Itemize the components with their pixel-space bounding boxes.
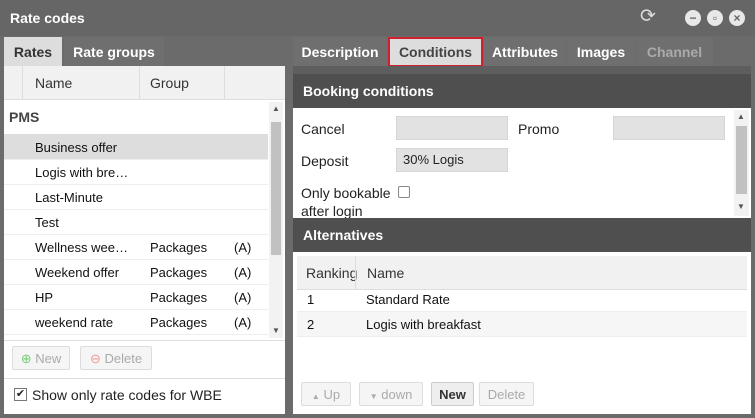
- tab-images[interactable]: Images: [567, 37, 635, 67]
- up-label: Up: [323, 387, 341, 402]
- tab-description[interactable]: Description: [293, 37, 387, 67]
- deposit-field[interactable]: 30% Logis: [396, 148, 508, 172]
- alt-ranking: 2: [307, 317, 315, 332]
- tab-rates[interactable]: Rates: [4, 37, 62, 67]
- only-bookable-label: Only bookable: [301, 185, 391, 201]
- table-row[interactable]: Weekend offer Packages (A): [4, 260, 268, 285]
- minimize-icon[interactable]: −: [685, 10, 701, 26]
- table-row[interactable]: Test: [4, 210, 268, 235]
- scrollbar-thumb[interactable]: [271, 122, 281, 255]
- up-button[interactable]: ▲ Up: [301, 382, 351, 406]
- remove-icon: ⊖: [89, 351, 101, 366]
- rate-name: weekend rate: [35, 315, 114, 330]
- restore-icon[interactable]: ▫: [707, 10, 723, 26]
- table-row[interactable]: HP Packages (A): [4, 285, 268, 310]
- new-alternative-button[interactable]: New: [431, 382, 474, 406]
- rate-name: Wellness wee…: [35, 240, 128, 255]
- wbe-checkbox-label: Show only rate codes for WBE: [32, 387, 222, 403]
- rate-group: Packages: [150, 240, 208, 255]
- booking-conditions-header: Booking conditions: [293, 74, 751, 108]
- arrow-up-icon: ▲: [311, 392, 320, 401]
- deposit-label: Deposit: [301, 153, 349, 169]
- rate-flag: (A): [234, 265, 252, 280]
- conditions-scrollbar[interactable]: ▲ ▼: [734, 110, 749, 216]
- rates-table-header: Name Group: [4, 66, 285, 100]
- rate-group: Packages: [150, 315, 208, 330]
- tab-rate-groups[interactable]: Rate groups: [64, 37, 164, 67]
- tab-channel[interactable]: Channel: [636, 37, 713, 67]
- conditions-panel: Booking conditions Cancel Promo Deposit …: [293, 66, 751, 414]
- refresh-icon[interactable]: ⟳: [640, 7, 656, 27]
- alt-ranking: 1: [307, 292, 315, 307]
- rate-name: Last-Minute: [35, 190, 103, 205]
- table-row[interactable]: weekend rate Packages (A): [4, 310, 268, 335]
- promo-field[interactable]: [613, 116, 725, 140]
- only-bookable-checkbox[interactable]: [398, 186, 410, 198]
- rate-name: Weekend offer: [35, 265, 120, 280]
- column-ranking[interactable]: Ranking: [306, 256, 357, 290]
- rates-panel: Name Group PMS Business offer Logis with…: [4, 66, 285, 414]
- tab-conditions[interactable]: Conditions: [388, 37, 483, 67]
- rate-name: HP: [35, 290, 54, 305]
- alt-name: Standard Rate: [366, 292, 450, 307]
- rate-name: Business offer: [35, 140, 118, 155]
- rate-group: Packages: [150, 265, 208, 280]
- rate-flag: (A): [234, 290, 252, 305]
- alternatives-table-header: Ranking Name: [297, 256, 747, 290]
- alt-name: Logis with breakfast: [366, 317, 481, 332]
- new-rate-button[interactable]: ⊕ New: [12, 346, 70, 370]
- delete-label: Delete: [104, 351, 143, 366]
- rate-group: Packages: [150, 290, 208, 305]
- wbe-checkbox[interactable]: ✔: [14, 388, 27, 401]
- down-button[interactable]: ▼ down: [359, 382, 423, 406]
- column-alt-name[interactable]: Name: [367, 256, 404, 290]
- delete-alternative-button[interactable]: Delete: [479, 382, 534, 406]
- rate-name: Test: [35, 215, 59, 230]
- scroll-up-icon[interactable]: ▲: [269, 104, 283, 113]
- cancel-label: Cancel: [301, 121, 345, 137]
- alternatives-list: 1 Standard Rate 2 Logis with breakfast: [297, 287, 747, 337]
- new-label: New: [35, 351, 62, 366]
- table-row[interactable]: Logis with bre…: [4, 160, 268, 185]
- tab-attributes[interactable]: Attributes: [484, 37, 566, 67]
- table-row[interactable]: 2 Logis with breakfast: [297, 312, 747, 337]
- down-label: down: [381, 387, 413, 402]
- after-login-label: after login: [301, 203, 363, 219]
- arrow-down-icon: ▼: [369, 392, 378, 401]
- rate-flag: (A): [234, 315, 252, 330]
- group-pms-header[interactable]: PMS: [4, 102, 268, 135]
- delete-rate-button[interactable]: ⊖ Delete: [80, 346, 152, 370]
- column-name[interactable]: Name: [35, 66, 72, 100]
- table-row[interactable]: Wellness wee… Packages (A): [4, 235, 268, 260]
- promo-label: Promo: [518, 121, 560, 137]
- close-icon[interactable]: ×: [729, 10, 745, 26]
- alternatives-header: Alternatives: [293, 218, 751, 252]
- add-icon: ⊕: [20, 351, 32, 366]
- rates-list: Business offer Logis with bre… Last-Minu…: [4, 135, 268, 335]
- scroll-down-icon[interactable]: ▼: [734, 202, 748, 211]
- table-row[interactable]: 1 Standard Rate: [297, 287, 747, 312]
- column-group[interactable]: Group: [150, 66, 189, 100]
- table-row[interactable]: Business offer: [4, 135, 268, 160]
- scroll-up-icon[interactable]: ▲: [734, 112, 748, 121]
- rate-name: Logis with bre…: [35, 165, 129, 180]
- rate-flag: (A): [234, 240, 252, 255]
- rates-scrollbar[interactable]: ▲ ▼: [269, 102, 283, 338]
- scroll-down-icon[interactable]: ▼: [269, 326, 283, 335]
- scrollbar-thumb[interactable]: [736, 126, 747, 194]
- cancel-field[interactable]: [396, 116, 508, 140]
- window-title: Rate codes: [10, 10, 85, 26]
- table-row[interactable]: Last-Minute: [4, 185, 268, 210]
